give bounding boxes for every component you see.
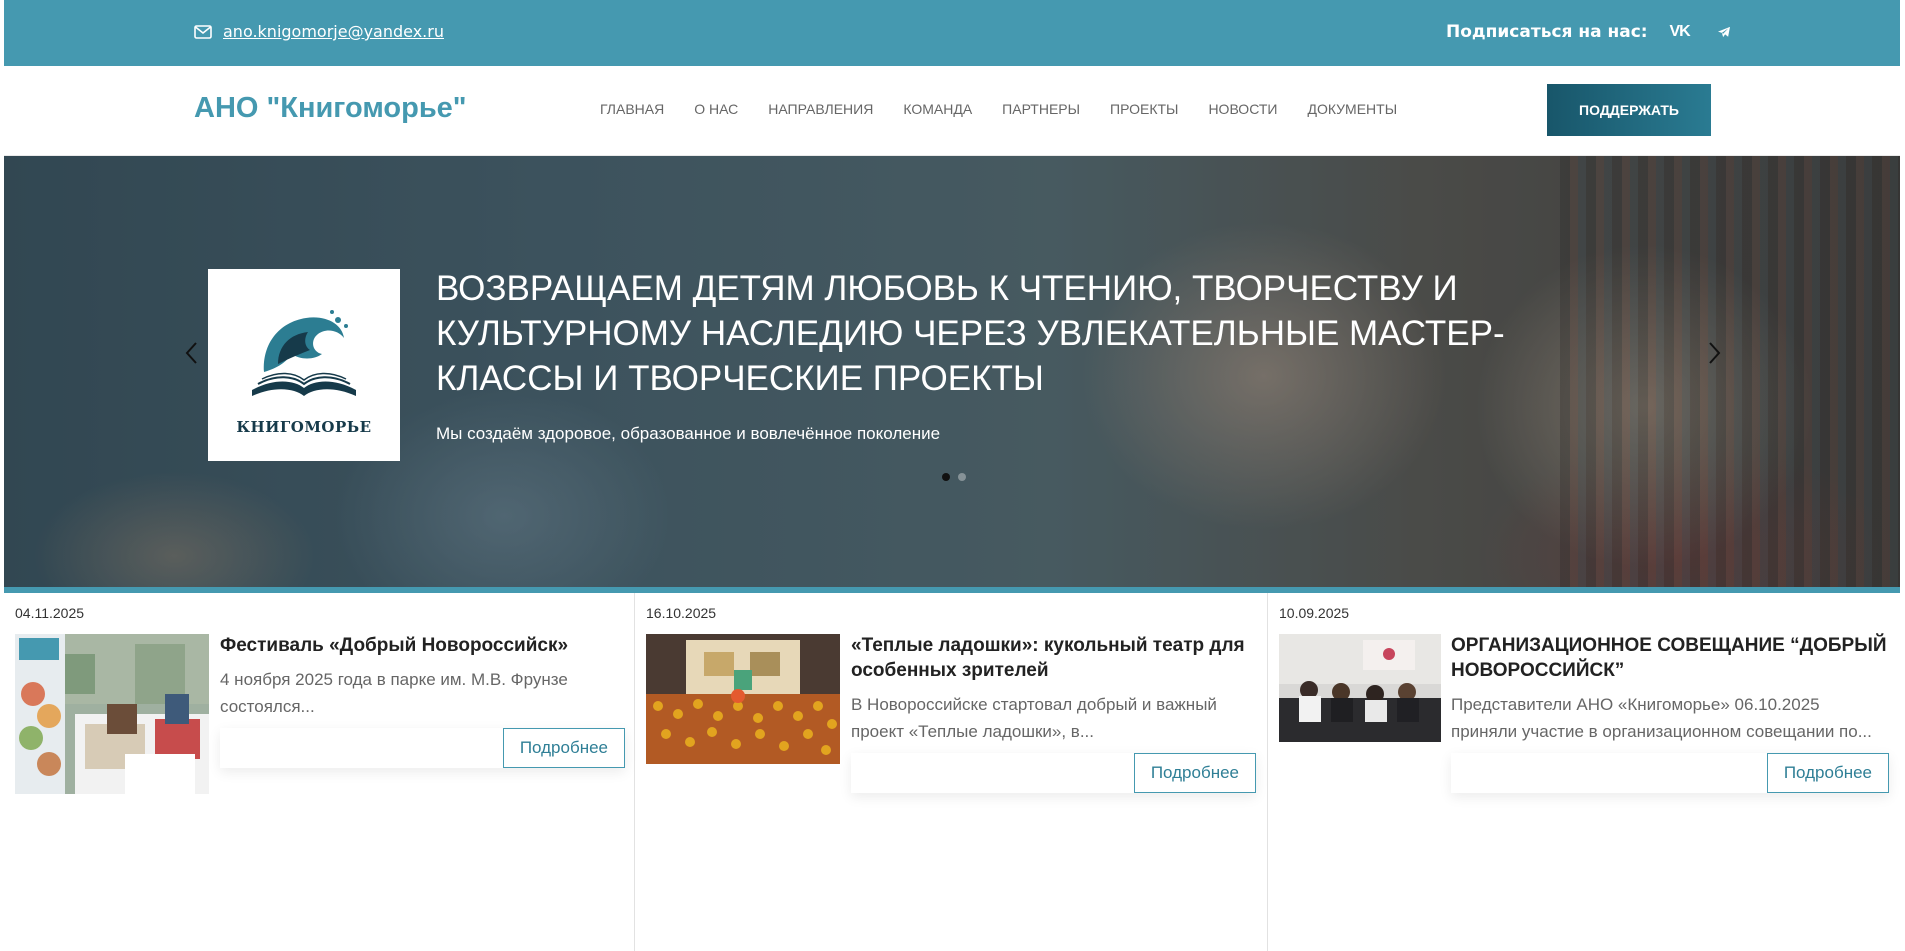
news-date: 16.10.2025 — [646, 605, 717, 621]
news-excerpt: Представители АНО «Книгоморье» 06.10.202… — [1451, 695, 1872, 741]
read-more-button[interactable]: Подробнее — [502, 728, 625, 768]
hero-slider: КНИГОМОРЬЕ ВОЗВРАЩАЕМ ДЕТЯМ ЛЮБОВЬ К ЧТЕ… — [4, 156, 1900, 587]
hero-logo: КНИГОМОРЬЕ — [208, 269, 400, 461]
news-date: 10.09.2025 — [1279, 605, 1350, 621]
page: ano.knigomorje@yandex.ru Подписаться на … — [4, 0, 1900, 951]
vk-icon[interactable]: VK — [1668, 22, 1692, 42]
top-bar: ano.knigomorje@yandex.ru Подписаться на … — [4, 0, 1900, 66]
news-list: 04.11.2025 Фестиваль «Добрый Новороссийс… — [4, 593, 1900, 951]
nav-item-news[interactable]: НОВОСТИ — [1208, 101, 1277, 117]
slider-dot[interactable] — [958, 473, 966, 481]
nav-item-partners[interactable]: ПАРТНЕРЫ — [1002, 101, 1080, 117]
news-card: 16.10.2025 «Теплые ладошки»: кукольный т… — [634, 593, 1267, 951]
subscribe-label: Подписаться на нас: — [1446, 22, 1648, 42]
nav-item-team[interactable]: КОМАНДА — [903, 101, 972, 117]
news-title[interactable]: Фестиваль «Добрый Новороссийск» — [220, 633, 625, 658]
news-image[interactable] — [646, 634, 840, 764]
news-image[interactable] — [15, 634, 209, 794]
nav-item-documents[interactable]: ДОКУМЕНТЫ — [1307, 101, 1397, 117]
site-header: АНО "Книгоморье" ГЛАВНАЯ О НАС НАПРАВЛЕН… — [4, 66, 1900, 156]
news-title[interactable]: «Теплые ладошки»: кукольный театр для ос… — [851, 633, 1256, 683]
read-more-button[interactable]: Подробнее — [1133, 753, 1256, 793]
mail-icon — [194, 24, 212, 39]
read-more-button[interactable]: Подробнее — [1766, 753, 1889, 793]
news-actions: Подробнее — [851, 753, 1256, 793]
nav-item-projects[interactable]: ПРОЕКТЫ — [1110, 101, 1178, 117]
slider-prev-arrow-icon[interactable] — [182, 338, 202, 368]
support-button[interactable]: ПОДДЕРЖАТЬ — [1547, 84, 1711, 136]
news-body: Фестиваль «Добрый Новороссийск» 4 ноября… — [220, 633, 625, 768]
wave-book-icon — [252, 310, 356, 396]
nav-item-home[interactable]: ГЛАВНАЯ — [600, 101, 664, 117]
news-image[interactable] — [1279, 634, 1473, 742]
news-title[interactable]: ОРГАНИЗАЦИОННОЕ СОВЕЩАНИЕ “ДОБРЫЙ НОВОРО… — [1451, 633, 1889, 683]
news-body: ОРГАНИЗАЦИОННОЕ СОВЕЩАНИЕ “ДОБРЫЙ НОВОРО… — [1451, 633, 1889, 793]
news-actions: Подробнее — [220, 728, 625, 768]
social-links: Подписаться на нас: VK — [1446, 22, 1736, 42]
hero-subtitle: Мы создаём здоровое, образованное и вовл… — [436, 424, 941, 443]
nav-item-about[interactable]: О НАС — [694, 101, 738, 117]
email-link[interactable]: ano.knigomorje@yandex.ru — [223, 22, 444, 41]
news-actions: Подробнее — [1451, 753, 1889, 793]
nav-item-directions[interactable]: НАПРАВЛЕНИЯ — [768, 101, 873, 117]
news-card: 10.09.2025 ОРГАНИЗАЦИОННОЕ СОВЕЩАНИЕ “ДО… — [1267, 593, 1900, 951]
news-date: 04.11.2025 — [15, 605, 85, 621]
slider-next-arrow-icon[interactable] — [1704, 338, 1724, 368]
telegram-icon[interactable] — [1712, 22, 1736, 42]
news-excerpt: 4 ноября 2025 года в парке им. М.В. Фрун… — [220, 670, 568, 716]
slider-dot[interactable] — [942, 473, 950, 481]
main-nav: ГЛАВНАЯ О НАС НАПРАВЛЕНИЯ КОМАНДА ПАРТНЕ… — [600, 101, 1397, 117]
news-excerpt: В Новороссийске стартовал добрый и важны… — [851, 695, 1217, 741]
hero-logo-brand: КНИГОМОРЬЕ — [236, 418, 372, 436]
hero-title: ВОЗВРАЩАЕМ ДЕТЯМ ЛЮБОВЬ К ЧТЕНИЮ, ТВОРЧЕ… — [436, 269, 1505, 398]
site-logo[interactable]: АНО "Книгоморье" — [194, 92, 467, 125]
news-body: «Теплые ладошки»: кукольный театр для ос… — [851, 633, 1256, 793]
news-card: 04.11.2025 Фестиваль «Добрый Новороссийс… — [4, 593, 634, 951]
slider-dots — [942, 473, 966, 481]
contact-email: ano.knigomorje@yandex.ru — [194, 22, 444, 41]
